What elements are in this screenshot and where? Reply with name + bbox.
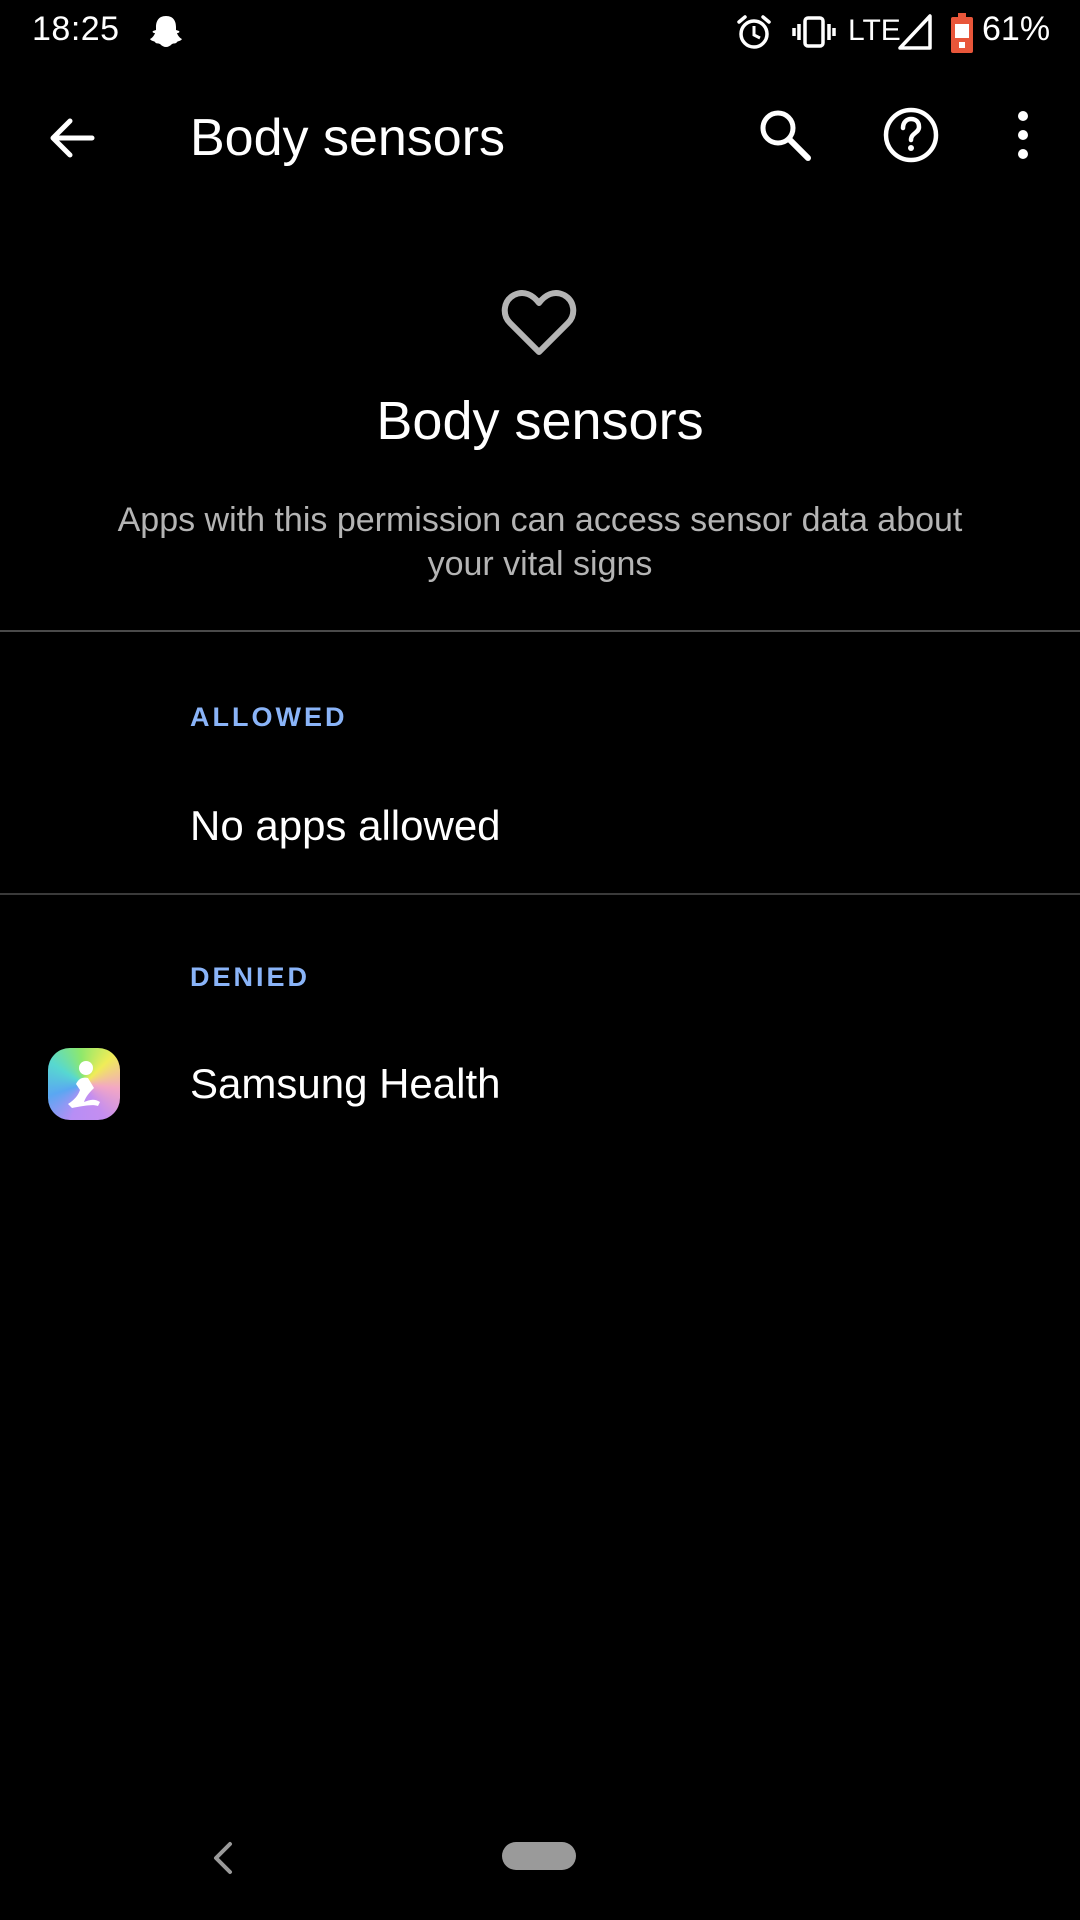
samsung-health-icon <box>48 1048 120 1120</box>
permission-description: Apps with this permission can access sen… <box>117 501 963 583</box>
nav-back-icon[interactable] <box>206 1838 240 1878</box>
back-button[interactable] <box>40 104 108 172</box>
no-apps-allowed-text: No apps allowed <box>190 802 501 849</box>
status-time: 18:25 <box>32 10 120 48</box>
battery-icon <box>951 13 973 53</box>
back-arrow-icon <box>50 118 95 158</box>
divider <box>0 893 1080 895</box>
allowed-section-header: ALLOWED <box>190 702 348 732</box>
help-icon <box>883 107 939 163</box>
signal-icon <box>898 14 932 50</box>
help-button[interactable] <box>878 102 944 168</box>
network-type: LTE <box>848 14 901 47</box>
vibrate-icon <box>792 16 836 48</box>
heart-icon <box>501 290 577 355</box>
more-options-button[interactable] <box>1000 102 1046 168</box>
app-name: Samsung Health <box>190 1060 501 1107</box>
snapchat-ghost-icon <box>150 16 182 47</box>
alarm-icon <box>737 15 771 49</box>
home-pill[interactable] <box>502 1842 576 1870</box>
app-row-samsung-health[interactable] <box>0 1030 1080 1140</box>
battery-percent: 61% <box>982 10 1051 48</box>
more-vert-icon <box>1018 111 1028 159</box>
search-icon <box>760 110 811 161</box>
permission-title: Body sensors <box>376 391 704 451</box>
search-button[interactable] <box>752 102 818 168</box>
divider <box>0 630 1080 632</box>
denied-section-header: DENIED <box>190 962 311 992</box>
page-title: Body sensors <box>190 109 506 167</box>
